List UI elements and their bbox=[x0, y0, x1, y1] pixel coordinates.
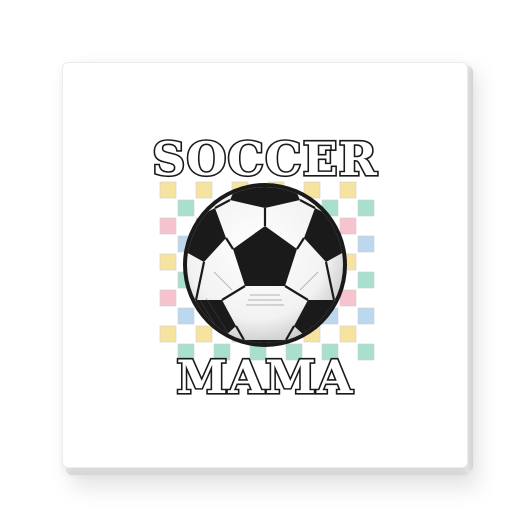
checker-square bbox=[357, 343, 375, 361]
checker-square bbox=[159, 289, 177, 307]
checker-square bbox=[195, 325, 213, 343]
checker-square bbox=[177, 199, 195, 217]
checker-square bbox=[339, 325, 357, 343]
mama-heading: MAMA bbox=[176, 350, 354, 404]
soccer-heading: SOCCER bbox=[152, 132, 378, 186]
product-scene: SOCCER MAMA bbox=[0, 0, 530, 530]
checker-square bbox=[339, 289, 357, 307]
checker-square bbox=[159, 325, 177, 343]
soccer-mama-artwork: SOCCER MAMA bbox=[150, 130, 378, 405]
checker-square bbox=[339, 217, 357, 235]
checker-square bbox=[159, 217, 177, 235]
checker-square bbox=[177, 307, 195, 325]
checker-square bbox=[357, 271, 375, 289]
checker-square bbox=[357, 235, 375, 253]
checker-square bbox=[357, 199, 375, 217]
checker-square bbox=[357, 307, 375, 325]
checker-square bbox=[159, 253, 177, 271]
